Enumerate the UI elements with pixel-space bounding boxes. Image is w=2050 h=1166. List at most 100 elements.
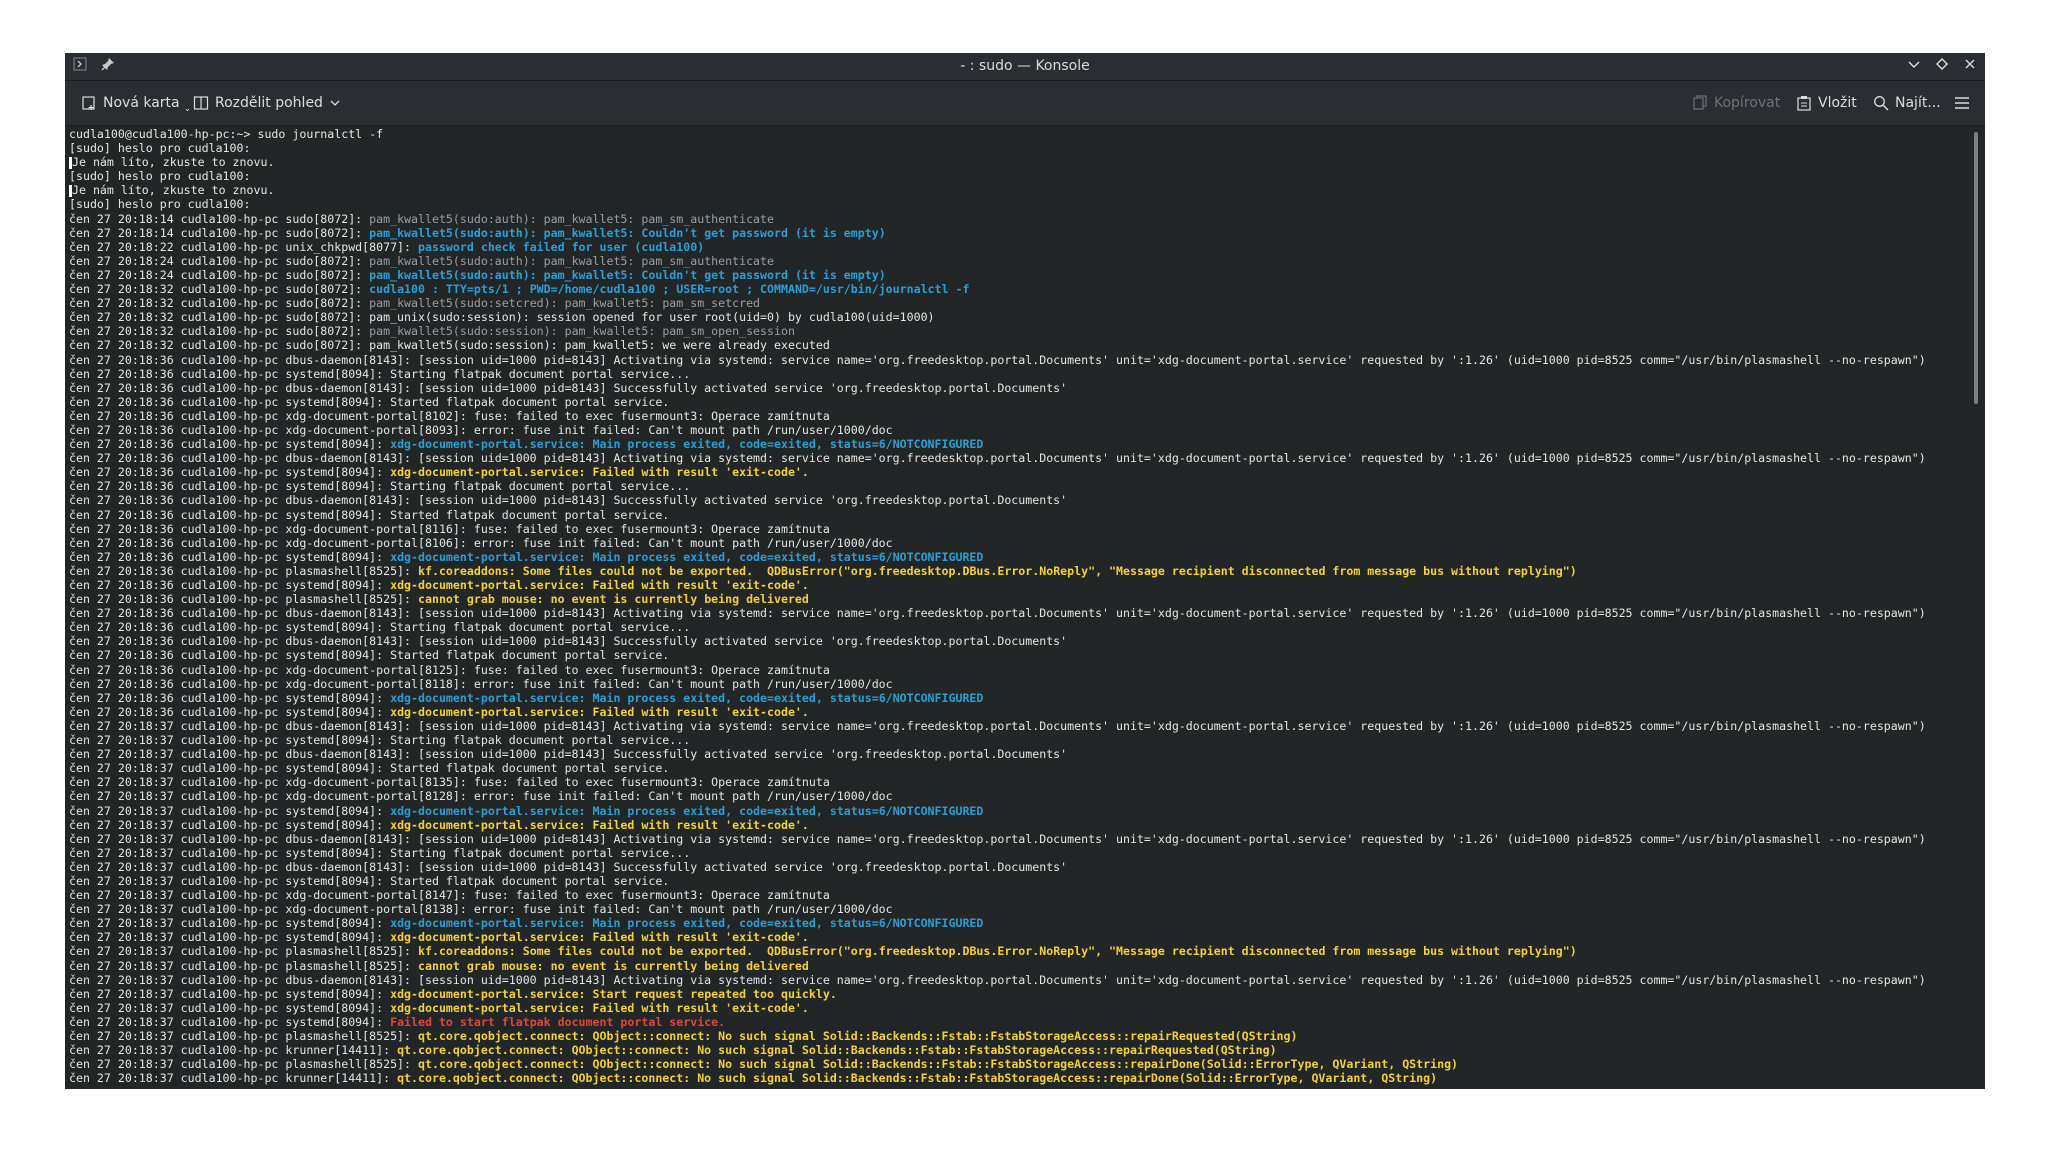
new-tab-icon: [81, 95, 97, 111]
maximize-icon[interactable]: [1933, 57, 1951, 75]
terminal-text-segment: qt.core.qobject.connect: QObject::connec…: [418, 1057, 1459, 1072]
terminal-text-segment: pam_kwallet5(sudo:auth): pam_kwallet5: p…: [369, 211, 774, 226]
terminal-line: čen 27 20:18:37 cudla100-hp-pc systemd[8…: [69, 733, 1969, 747]
terminal-text-segment: xdg-document-portal.service: Main proces…: [390, 549, 984, 564]
paste-icon: [1796, 95, 1812, 111]
terminal-text-segment: čen 27 20:18:32 cudla100-hp-pc sudo[8072…: [69, 296, 370, 311]
terminal-line: cudla100@cudla100-hp-pc:~> sudo journalc…: [69, 127, 1969, 141]
terminal-line: čen 27 20:18:36 cudla100-hp-pc plasmashe…: [69, 564, 1969, 578]
terminal-line: čen 27 20:18:32 cudla100-hp-pc sudo[8072…: [69, 338, 1969, 352]
terminal-text-segment: xdg-document-portal.service: Failed with…: [390, 465, 809, 480]
terminal-text-segment: čen 27 20:18:37 cudla100-hp-pc systemd[8…: [69, 986, 391, 1001]
terminal-text-segment: čen 27 20:18:37 cudla100-hp-pc xdg-docum…: [69, 888, 830, 903]
terminal-line: [sudo] heslo pro cudla100:: [69, 141, 1969, 155]
terminal-text-segment: čen 27 20:18:36 cudla100-hp-pc systemd[8…: [69, 437, 391, 452]
terminal-line: čen 27 20:18:36 cudla100-hp-pc xdg-docum…: [69, 409, 1969, 423]
terminal-text-segment: qt.core.qobject.connect: QObject::connec…: [397, 1071, 1438, 1086]
terminal-text-segment: čen 27 20:18:37 cudla100-hp-pc dbus-daem…: [69, 718, 1926, 733]
terminal-text-segment: qt.core.qobject.connect: QObject::connec…: [397, 1043, 1277, 1058]
terminal-line: čen 27 20:18:32 cudla100-hp-pc sudo[8072…: [69, 296, 1969, 310]
terminal-text-segment: xdg-document-portal.service: Main proces…: [390, 803, 984, 818]
paste-label: Vložit: [1818, 95, 1857, 111]
new-tab-label: Nová karta: [103, 95, 180, 111]
terminal-text-segment: čen 27 20:18:36 cudla100-hp-pc xdg-docum…: [69, 676, 893, 691]
close-icon[interactable]: [1961, 57, 1979, 75]
split-view-button[interactable]: Rozdělit pohled: [193, 81, 345, 125]
terminal-text-segment: čen 27 20:18:22 cudla100-hp-pc unix_chkp…: [69, 239, 419, 254]
copy-button[interactable]: Kopírovat: [1692, 81, 1780, 125]
paste-button[interactable]: Vložit: [1796, 81, 1857, 125]
terminal-text-segment: čen 27 20:18:37 cudla100-hp-pc systemd[8…: [69, 916, 391, 931]
terminal-line: čen 27 20:18:36 cudla100-hp-pc dbus-daem…: [69, 381, 1969, 395]
terminal-text-segment: čen 27 20:18:37 cudla100-hp-pc systemd[8…: [69, 1000, 391, 1015]
terminal-text-segment: čen 27 20:18:36 cudla100-hp-pc dbus-daem…: [69, 493, 1068, 508]
terminal-text-segment: čen 27 20:18:37 cudla100-hp-pc krunner[1…: [69, 1043, 398, 1058]
terminal-line: čen 27 20:18:37 cudla100-hp-pc plasmashe…: [69, 1029, 1969, 1043]
terminal-line: čen 27 20:18:37 cudla100-hp-pc xdg-docum…: [69, 902, 1969, 916]
terminal-text-segment: qt.core.qobject.connect: QObject::connec…: [418, 1029, 1298, 1043]
terminal-text-segment: čen 27 20:18:36 cudla100-hp-pc systemd[8…: [69, 479, 691, 494]
main-toolbar: Nová karta ⌄ Rozdělit pohled Kopírovat V…: [65, 81, 1985, 126]
terminal-text-segment: [sudo] heslo pro cudla100:: [69, 169, 251, 184]
terminal-text-segment: čen 27 20:18:14 cudla100-hp-pc sudo[8072…: [69, 211, 370, 226]
find-button[interactable]: Najít...: [1873, 81, 1941, 125]
terminal-text-segment: čen 27 20:18:36 cudla100-hp-pc systemd[8…: [69, 394, 670, 409]
terminal-text-segment: čen 27 20:18:36 cudla100-hp-pc xdg-docum…: [69, 662, 830, 677]
terminal-text-segment: xdg-document-portal.service: Main proces…: [390, 916, 984, 931]
terminal-line: čen 27 20:18:36 cudla100-hp-pc xdg-docum…: [69, 663, 1969, 677]
terminal-line: čen 27 20:18:36 cudla100-hp-pc systemd[8…: [69, 648, 1969, 662]
terminal-view[interactable]: cudla100@cudla100-hp-pc:~> sudo journalc…: [65, 126, 1969, 1089]
terminal-line: čen 27 20:18:36 cudla100-hp-pc systemd[8…: [69, 479, 1969, 493]
terminal-line: čen 27 20:18:36 cudla100-hp-pc systemd[8…: [69, 508, 1969, 522]
chevron-down-icon[interactable]: [329, 95, 345, 111]
terminal-text-segment: pam_kwallet5(sudo:session): pam_kwallet5…: [369, 324, 795, 339]
terminal-text-segment: čen 27 20:18:36 cudla100-hp-pc xdg-docum…: [69, 408, 830, 423]
terminal-text-segment: čen 27 20:18:36 cudla100-hp-pc dbus-daem…: [69, 606, 1926, 621]
terminal-text-segment: čen 27 20:18:37 cudla100-hp-pc plasmashe…: [69, 944, 419, 959]
new-tab-dropdown-icon[interactable]: ⌄: [184, 104, 192, 114]
terminal-text-segment: čen 27 20:18:32 cudla100-hp-pc sudo[8072…: [69, 282, 370, 297]
terminal-text-segment: čen 27 20:18:36 cudla100-hp-pc plasmashe…: [69, 592, 419, 607]
terminal-text-segment: čen 27 20:18:24 cudla100-hp-pc sudo[8072…: [69, 253, 370, 268]
copy-icon: [1692, 95, 1708, 111]
terminal-line: čen 27 20:18:32 cudla100-hp-pc sudo[8072…: [69, 324, 1969, 338]
terminal-text-segment: čen 27 20:18:36 cudla100-hp-pc systemd[8…: [69, 507, 670, 522]
terminal-text-segment: xdg-document-portal.service: Main proces…: [390, 690, 984, 705]
hamburger-menu-icon: [1954, 95, 1970, 111]
copy-label: Kopírovat: [1714, 95, 1781, 111]
terminal-line: čen 27 20:18:32 cudla100-hp-pc sudo[8072…: [69, 310, 1969, 324]
scrollbar-thumb[interactable]: [1974, 132, 1978, 404]
terminal-text-segment: Je nám líto, zkuste to znovu.: [72, 155, 275, 170]
hamburger-menu-button[interactable]: [1954, 81, 1970, 125]
title-bar: - : sudo — Konsole: [65, 53, 1985, 81]
terminal-line: čen 27 20:18:36 cudla100-hp-pc plasmashe…: [69, 592, 1969, 606]
split-view-label: Rozdělit pohled: [215, 95, 323, 111]
terminal-line: čen 27 20:18:36 cudla100-hp-pc systemd[8…: [69, 437, 1969, 451]
terminal-text-segment: cannot grab mouse: no event is currently…: [418, 958, 809, 973]
minimize-icon[interactable]: [1905, 57, 1923, 75]
terminal-line: čen 27 20:18:37 cudla100-hp-pc dbus-daem…: [69, 832, 1969, 846]
terminal-text-segment: čen 27 20:18:37 cudla100-hp-pc krunner[1…: [69, 1071, 398, 1086]
terminal-text-segment: xdg-document-portal.service: Failed with…: [390, 704, 809, 719]
terminal-line: čen 27 20:18:36 cudla100-hp-pc dbus-daem…: [69, 606, 1969, 620]
terminal-line: čen 27 20:18:36 cudla100-hp-pc systemd[8…: [69, 395, 1969, 409]
terminal-text-segment: čen 27 20:18:37 cudla100-hp-pc xdg-docum…: [69, 789, 893, 804]
terminal-line: čen 27 20:18:32 cudla100-hp-pc sudo[8072…: [69, 282, 1969, 296]
terminal-line: čen 27 20:18:37 cudla100-hp-pc xdg-docum…: [69, 888, 1969, 902]
terminal-text-segment: kf.coreaddons: Some files could not be e…: [418, 944, 1577, 959]
terminal-line: čen 27 20:18:24 cudla100-hp-pc sudo[8072…: [69, 254, 1969, 268]
terminal-text-segment: čen 27 20:18:37 cudla100-hp-pc plasmashe…: [69, 1057, 419, 1072]
terminal-line: [sudo] heslo pro cudla100:: [69, 169, 1969, 183]
terminal-text-segment: pam_kwallet5(sudo:auth): pam_kwallet5: p…: [369, 253, 774, 268]
terminal-line: čen 27 20:18:36 cudla100-hp-pc xdg-docum…: [69, 522, 1969, 536]
terminal-line: čen 27 20:18:37 cudla100-hp-pc dbus-daem…: [69, 860, 1969, 874]
scrollbar[interactable]: [1970, 128, 1982, 1086]
terminal-line: čen 27 20:18:22 cudla100-hp-pc unix_chkp…: [69, 240, 1969, 254]
terminal-text-segment: xdg-document-portal.service: Failed with…: [390, 1000, 809, 1015]
terminal-text-segment: čen 27 20:18:37 cudla100-hp-pc dbus-daem…: [69, 831, 1926, 846]
terminal-text-segment: xdg-document-portal.service: Main proces…: [390, 437, 984, 452]
new-tab-button[interactable]: Nová karta ⌄: [81, 81, 191, 125]
terminal-line: čen 27 20:18:37 cudla100-hp-pc plasmashe…: [69, 1057, 1969, 1071]
terminal-line: čen 27 20:18:36 cudla100-hp-pc systemd[8…: [69, 465, 1969, 479]
terminal-line: Je nám líto, zkuste to znovu.: [69, 183, 1969, 197]
